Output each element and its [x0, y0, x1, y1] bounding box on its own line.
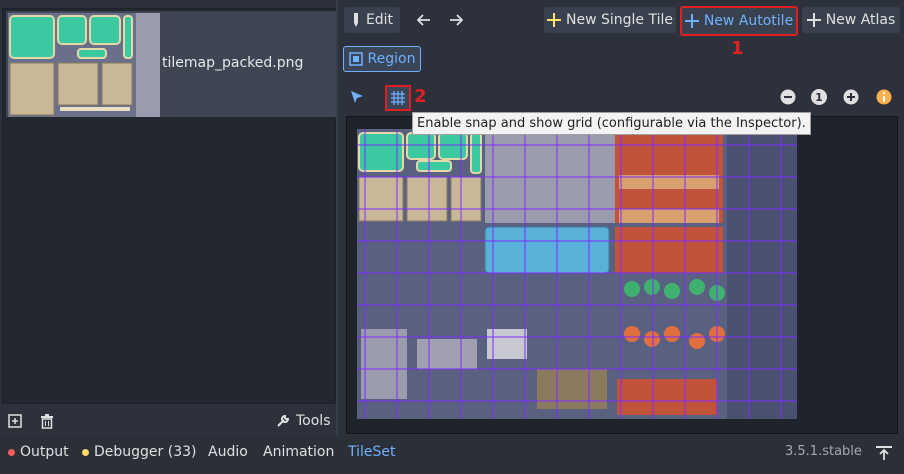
tab-debugger[interactable]: Debugger (33)	[82, 444, 196, 460]
tileset-image	[357, 129, 797, 419]
new-autotile-label: New Autotile	[703, 13, 794, 29]
pointer-icon	[351, 91, 363, 103]
texture-list[interactable]: tilemap_packed.png	[2, 8, 336, 404]
pencil-icon	[353, 13, 358, 27]
tileset-label: TileSet	[348, 444, 396, 460]
add-texture-button[interactable]	[8, 414, 22, 428]
remove-texture-button[interactable]	[40, 414, 54, 429]
error-dot-icon	[8, 448, 15, 456]
info-button[interactable]	[876, 89, 892, 109]
zoom-out-icon	[780, 89, 796, 105]
output-label: Output	[20, 444, 69, 460]
grid-snap-icon	[391, 91, 405, 105]
edit-button[interactable]: Edit	[344, 7, 400, 33]
zoom-out-button[interactable]	[780, 89, 796, 109]
plus-icon	[806, 13, 821, 27]
new-single-tile-button[interactable]: New Single Tile	[544, 7, 676, 33]
animation-label: Animation	[263, 444, 335, 460]
tab-output[interactable]: Output	[8, 444, 69, 460]
new-single-tile-label: New Single Tile	[566, 12, 673, 28]
annotation-marker-1: 1	[731, 38, 744, 59]
left-panel: tilemap_packed.png Tools	[0, 0, 336, 436]
zoom-reset-button[interactable]: 1	[811, 89, 827, 105]
zoom-in-icon	[843, 89, 859, 105]
version-label: 3.5.1.stable	[785, 444, 862, 459]
texture-name: tilemap_packed.png	[162, 55, 304, 71]
wrench-icon	[277, 414, 290, 427]
arrow-left-icon	[417, 14, 430, 26]
annotation-marker-2: 2	[414, 86, 427, 107]
tools-label: Tools	[296, 413, 331, 429]
region-label: Region	[367, 51, 416, 67]
tab-tileset[interactable]: TileSet	[348, 444, 396, 460]
bottom-panel-bar: Output Debugger (33) Audio Animation Til…	[0, 436, 904, 474]
pin-panel-button[interactable]	[876, 446, 892, 464]
arrow-right-icon	[450, 14, 463, 26]
new-autotile-button[interactable]: New Autotile	[680, 6, 798, 36]
region-mode-button[interactable]: Region	[343, 46, 421, 72]
texture-thumbnail	[8, 13, 160, 117]
region-icon	[348, 52, 363, 66]
add-icon	[8, 414, 22, 428]
redo-button[interactable]	[442, 7, 470, 33]
new-atlas-button[interactable]: New Atlas	[802, 7, 900, 33]
debugger-label: Debugger (33)	[94, 444, 197, 460]
warning-dot-icon	[82, 448, 89, 456]
zoom-in-button[interactable]	[843, 89, 859, 109]
texture-list-item[interactable]: tilemap_packed.png	[6, 11, 336, 117]
audio-label: Audio	[208, 444, 248, 460]
snap-grid-tooltip: Enable snap and show grid (configurable …	[412, 112, 811, 135]
tools-menu-button[interactable]: Tools	[276, 413, 331, 429]
select-tool-button[interactable]	[350, 90, 364, 108]
plus-icon	[547, 13, 561, 27]
pin-icon	[876, 446, 892, 460]
trash-icon	[41, 414, 53, 429]
tab-audio[interactable]: Audio	[208, 444, 248, 460]
snap-grid-toggle[interactable]	[385, 85, 411, 111]
info-icon	[876, 89, 892, 105]
tileset-canvas[interactable]	[346, 116, 898, 434]
undo-button[interactable]	[410, 7, 438, 33]
new-atlas-label: New Atlas	[825, 12, 896, 28]
plus-icon	[684, 14, 699, 28]
tab-animation[interactable]: Animation	[263, 444, 334, 460]
edit-label: Edit	[365, 12, 394, 28]
